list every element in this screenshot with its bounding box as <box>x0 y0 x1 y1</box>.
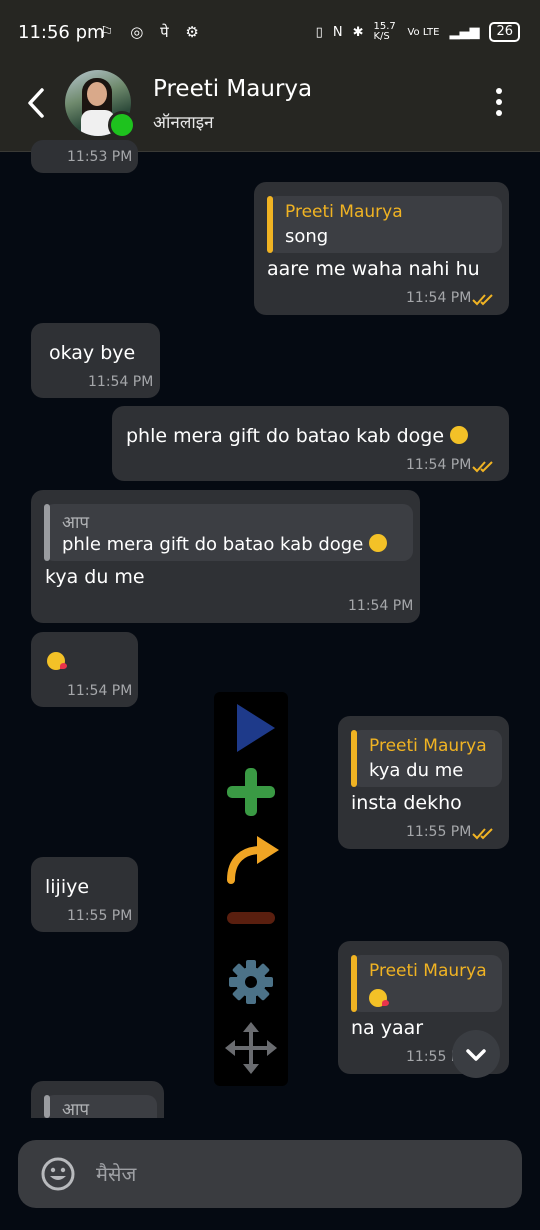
system-icons: ▯ N ✱ 15.7 K/S Vo LTE ▂▄▆ 26 <box>316 22 520 42</box>
message-text: phle mera gift do batao kab doge <box>126 425 469 447</box>
reply-quote[interactable]: आप phle mera gift do batao kab doge <box>44 504 413 561</box>
message-time: 11:54 PM <box>88 374 154 390</box>
quote-author: Preeti Maurya <box>369 736 487 756</box>
message-bubble[interactable]: 11:54 PM <box>31 632 138 707</box>
signal-icon: ▂▄▆ <box>449 24 480 40</box>
battery-indicator: 26 <box>489 22 520 42</box>
quote-text: kya du me <box>369 760 464 781</box>
online-indicator <box>108 111 136 139</box>
back-arrow-icon[interactable] <box>18 80 54 126</box>
message-bubble[interactable]: lijiye 11:55 PM <box>31 857 138 932</box>
upside-down-face-emoji <box>369 534 388 552</box>
message-text: lijiye <box>45 876 90 898</box>
move-icon[interactable] <box>223 1020 279 1076</box>
emoji-icon[interactable] <box>40 1156 76 1192</box>
message-bubble[interactable]: 11:53 PM <box>31 140 138 173</box>
message-bubble[interactable]: Preeti Maurya song aare me waha nahi hu … <box>254 182 509 315</box>
quote-author: Preeti Maurya <box>285 202 403 222</box>
quote-author: Preeti Maurya <box>369 961 487 981</box>
message-time: 11:54 PM <box>348 598 414 614</box>
nfc-icon: N <box>332 24 343 40</box>
quote-author: आप <box>62 1100 90 1120</box>
play-icon[interactable] <box>223 700 279 756</box>
message-time: 11:55 PM <box>406 824 472 840</box>
message-text: insta dekho <box>351 792 462 814</box>
message-time: 11:54 PM <box>406 457 472 473</box>
forward-arrow-icon[interactable] <box>223 828 279 884</box>
chat-header: Preeti Maurya ऑनलाइन <box>0 64 540 152</box>
notification-icons: ⚐ ◎ पे ⚙ <box>100 23 205 41</box>
read-receipt-icon <box>472 828 493 840</box>
gear-icon[interactable] <box>223 954 279 1010</box>
net-speed: 15.7 K/S <box>373 21 396 42</box>
message-time: 11:55 PM <box>67 908 133 924</box>
quote-text: song <box>285 226 329 247</box>
message-bubble[interactable]: आप phle mera gift do batao kab doge kya … <box>31 490 420 623</box>
message-time: 11:54 PM <box>406 290 472 306</box>
bluetooth-icon: ✱ <box>352 24 364 40</box>
reply-quote[interactable]: Preeti Maurya song <box>267 196 502 253</box>
plus-icon[interactable] <box>223 764 279 820</box>
message-time: 11:53 PM <box>67 149 133 165</box>
message-bubble[interactable]: आप <box>31 1081 164 1120</box>
contact-name[interactable]: Preeti Maurya <box>153 76 312 102</box>
more-options-icon[interactable] <box>494 88 504 122</box>
message-time: 11:54 PM <box>67 683 133 699</box>
volte-icon: Vo LTE <box>407 26 440 38</box>
message-bubble[interactable]: phle mera gift do batao kab doge 11:54 P… <box>112 406 509 481</box>
status-bar: 11:56 pm ⚐ ◎ पे ⚙ ▯ N ✱ 15.7 K/S Vo LTE … <box>0 0 540 64</box>
scroll-to-bottom-button[interactable] <box>452 1030 500 1078</box>
message-input[interactable]: मैसेज <box>96 1160 136 1187</box>
quote-text: phle mera gift do batao kab doge <box>62 534 388 555</box>
reply-quote[interactable]: आप <box>44 1095 157 1120</box>
message-text: kya du me <box>45 566 145 588</box>
kissing-face-emoji <box>47 652 67 670</box>
message-bubble[interactable]: okay bye 11:54 PM <box>31 323 160 398</box>
message-text: okay bye <box>49 342 136 364</box>
kissing-face-emoji <box>369 989 389 1007</box>
message-text: aare me waha nahi hu <box>267 258 480 280</box>
floating-toolbar <box>214 692 288 1086</box>
message-input-bar: मैसेज <box>18 1140 522 1208</box>
vibrate-icon: ▯ <box>315 24 323 40</box>
minus-icon[interactable] <box>223 890 279 946</box>
status-time: 11:56 pm <box>18 22 105 43</box>
read-receipt-icon <box>472 461 493 473</box>
reply-quote[interactable]: Preeti Maurya <box>351 955 502 1012</box>
upside-down-face-emoji <box>450 426 469 444</box>
reply-quote[interactable]: Preeti Maurya kya du me <box>351 730 502 787</box>
message-bubble[interactable]: Preeti Maurya kya du me insta dekho 11:5… <box>338 716 509 849</box>
read-receipt-icon <box>472 294 493 306</box>
quote-author: आप <box>62 513 90 533</box>
message-text: na yaar <box>351 1017 424 1039</box>
contact-status: ऑनलाइन <box>153 113 214 133</box>
